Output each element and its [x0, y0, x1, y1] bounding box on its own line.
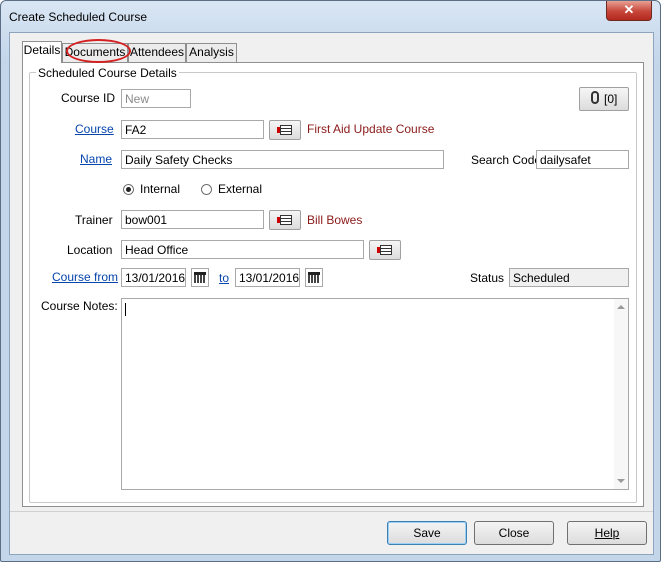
details-tab-panel: Scheduled Course Details Course ID New [… — [22, 62, 644, 507]
tab-attendees[interactable]: Attendees — [128, 43, 186, 62]
internal-radio[interactable] — [123, 184, 134, 195]
name-link[interactable]: Name — [80, 152, 112, 166]
dialog-client-area: Details Documents Attendees Analysis Sch… — [9, 32, 654, 555]
close-button[interactable]: Close — [474, 521, 554, 545]
search-code-input[interactable]: dailysafet — [536, 150, 629, 169]
attachments-count: [0] — [604, 92, 618, 106]
help-button[interactable]: Help — [567, 521, 647, 545]
save-button[interactable]: Save — [387, 521, 467, 545]
trainer-description: Bill Bowes — [307, 213, 363, 227]
course-lookup-button[interactable] — [269, 120, 301, 140]
scroll-down-arrow-icon[interactable] — [617, 479, 625, 483]
course-id-label: Course ID — [61, 91, 116, 105]
course-description: First Aid Update Course — [307, 122, 435, 136]
window-title: Create Scheduled Course — [9, 10, 148, 24]
course-notes-textarea[interactable] — [121, 298, 629, 490]
calendar-icon — [194, 272, 206, 283]
calendar-icon — [308, 272, 320, 283]
course-from-calendar-button[interactable] — [191, 268, 209, 287]
notes-scrollbar[interactable] — [614, 299, 628, 489]
course-code-input[interactable]: FA2 — [121, 120, 264, 139]
group-title: Scheduled Course Details — [36, 66, 179, 80]
title-bar: Create Scheduled Course ✕ — [1, 1, 660, 33]
course-to-calendar-button[interactable] — [305, 268, 323, 287]
tab-documents[interactable]: Documents — [62, 43, 128, 62]
lookup-list-icon — [377, 245, 392, 255]
attachments-button[interactable]: [0] — [579, 87, 629, 111]
trainer-label: Trainer — [75, 213, 113, 227]
course-from-date-input[interactable]: 13/01/2016 — [121, 268, 186, 287]
text-caret — [125, 303, 126, 316]
course-from-link[interactable]: Course from — [52, 270, 118, 284]
lookup-list-icon — [277, 125, 292, 135]
status-field: Scheduled — [509, 268, 629, 287]
location-lookup-button[interactable] — [369, 240, 401, 260]
course-to-date-input[interactable]: 13/01/2016 — [235, 268, 300, 287]
course-link[interactable]: Course — [75, 122, 114, 136]
external-radio-label: External — [218, 182, 263, 196]
tab-details[interactable]: Details — [22, 41, 62, 63]
search-code-label: Search Code — [471, 153, 542, 167]
course-id-field: New — [121, 89, 191, 108]
location-label: Location — [67, 243, 113, 257]
course-notes-label: Course Notes: — [41, 299, 118, 313]
dialog-window: Create Scheduled Course ✕ Details Docume… — [0, 0, 661, 562]
course-to-link[interactable]: to — [219, 271, 229, 285]
footer-divider — [10, 511, 653, 512]
lookup-list-icon — [277, 215, 292, 225]
close-window-button[interactable]: ✕ — [606, 1, 652, 21]
trainer-lookup-button[interactable] — [269, 210, 301, 230]
external-radio[interactable] — [201, 184, 212, 195]
name-input[interactable]: Daily Safety Checks — [121, 150, 444, 169]
scroll-up-arrow-icon[interactable] — [617, 305, 625, 309]
paperclip-icon — [591, 91, 599, 104]
tab-analysis[interactable]: Analysis — [186, 43, 237, 62]
status-label: Status — [470, 271, 505, 285]
location-input[interactable]: Head Office — [121, 240, 364, 259]
trainer-input[interactable]: bow001 — [121, 210, 264, 229]
internal-radio-label: Internal — [140, 182, 181, 196]
